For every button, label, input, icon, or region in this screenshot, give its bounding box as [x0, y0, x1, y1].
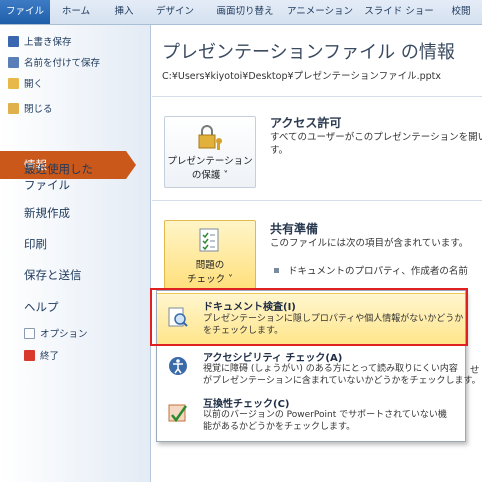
accessibility-icon [169, 357, 187, 375]
protect-presentation-button[interactable]: プレゼンテーション の保護 ˅ [164, 116, 256, 188]
sidebar-item-save[interactable]: 上書き保存 [8, 35, 72, 51]
sidebar-item-new[interactable]: 新規作成 [24, 205, 70, 221]
backstage-sidebar: 上書き保存 名前を付けて保存 開く 閉じる 情報 最近使用した ファイル 新規作… [0, 25, 151, 482]
exit-icon [24, 350, 35, 361]
folder-close-icon [8, 103, 19, 114]
save-icon [8, 36, 19, 47]
file-path: C:¥Users¥kiyotoi¥Desktop¥プレゼンテーションファイル.p… [162, 71, 441, 82]
tab-file[interactable]: ファイル [0, 0, 50, 24]
sidebar-item-help[interactable]: ヘルプ [24, 299, 59, 315]
tab-review[interactable]: 校閲 [446, 0, 476, 24]
sidebar-item-label: オプション [40, 329, 88, 340]
tab-transitions[interactable]: 画面切り替え [210, 0, 280, 24]
menu-item-accessibility[interactable]: アクセシビリティ チェック(A) 視覚に障碍 (しょうがい) のある方にとって読… [157, 347, 481, 389]
sidebar-item-recent[interactable]: 最近使用した ファイル [24, 161, 93, 193]
permissions-text: す。 [270, 145, 289, 156]
save-as-icon [8, 57, 19, 68]
sidebar-item-label: 上書き保存 [24, 37, 72, 48]
sidebar-item-label: 終了 [40, 351, 60, 362]
sidebar-item-save-send[interactable]: 保存と送信 [24, 267, 82, 283]
divider [152, 96, 482, 97]
share-text: このファイルには次の項目が含まれています。 [270, 238, 469, 249]
sidebar-item-label: 名前を付けて保存 [24, 58, 101, 69]
menu-item-compatibility[interactable]: 互換性チェック(C) 以前のバージョンの PowerPoint でサポートされて… [157, 393, 465, 437]
permissions-title: アクセス許可 [270, 116, 342, 130]
sidebar-item-close[interactable]: 閉じる [8, 102, 53, 118]
sidebar-item-open[interactable]: 開く [8, 77, 43, 93]
checklist-icon [199, 228, 219, 252]
sidebar-item-print[interactable]: 印刷 [24, 236, 47, 252]
tab-design[interactable]: デザイン [150, 0, 200, 24]
button-label: 問題の [195, 260, 225, 271]
sidebar-item-label: 最近使用した [24, 162, 93, 176]
menu-item-title: アクセシビリティ チェック(A) [203, 353, 343, 364]
lock-key-icon [198, 125, 222, 150]
menu-item-description: 以前のバージョンの PowerPoint でサポートされていない機 能があるかど… [203, 410, 447, 432]
compatibility-check-icon [168, 404, 188, 423]
page-title: プレゼンテーションファイル の情報 [162, 42, 455, 63]
button-label: プレゼンテーション [167, 156, 253, 167]
highlight-callout-box [150, 288, 468, 346]
tab-animations[interactable]: アニメーション [286, 0, 354, 24]
bullet-icon [274, 268, 279, 273]
menu-item-description: 視覚に障碍 (しょうがい) のある方にとって読み取りにくい内容 がプレゼンテーシ… [203, 364, 481, 386]
sidebar-item-save-as[interactable]: 名前を付けて保存 [8, 56, 100, 72]
sidebar-item-exit[interactable]: 終了 [24, 349, 59, 365]
ribbon-tab-bar: ファイル ホーム 挿入 デザイン 画面切り替え アニメーション スライド ショー… [0, 0, 482, 25]
button-label: の保護 ˅ [191, 170, 229, 181]
button-label: チェック ˅ [187, 274, 233, 285]
tab-insert[interactable]: 挿入 [106, 0, 142, 24]
menu-item-title: 互換性チェック(C) [203, 399, 290, 410]
options-icon [24, 328, 35, 339]
sidebar-item-options[interactable]: オプション [24, 327, 88, 343]
folder-open-icon [8, 78, 19, 89]
tab-home[interactable]: ホーム [56, 0, 96, 24]
sidebar-item-label: 開く [24, 79, 44, 90]
permissions-text: すべてのユーザーがこのプレゼンテーションを開いて [270, 132, 482, 143]
sidebar-item-label: ファイル [24, 178, 70, 192]
sidebar-item-label: 閉じる [24, 104, 53, 115]
share-title: 共有準備 [270, 222, 319, 236]
divider [152, 200, 482, 201]
tab-slideshow[interactable]: スライド ショー [360, 0, 438, 24]
check-issues-button[interactable]: 問題の チェック ˅ [164, 220, 256, 292]
share-bullet: ドキュメントのプロパティ、作成者の名前 [274, 265, 468, 278]
bullet-text: ドキュメントのプロパティ、作成者の名前 [288, 266, 468, 277]
